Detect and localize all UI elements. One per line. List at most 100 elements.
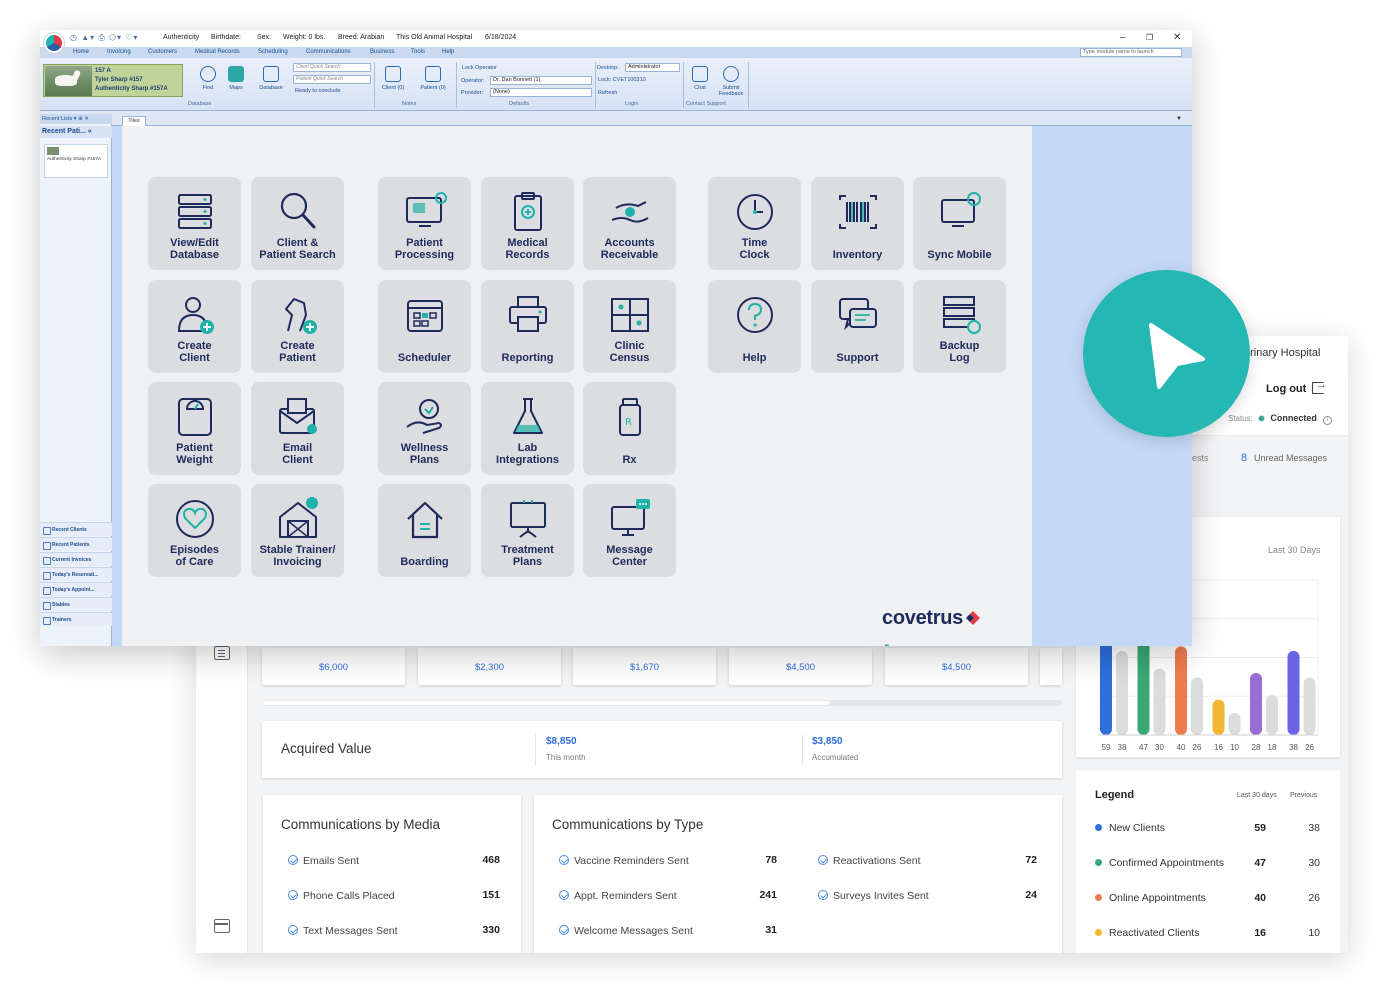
provider-select[interactable]: (None) (490, 88, 592, 97)
tile-wellness-plans[interactable]: Wellness Plans (378, 382, 471, 475)
tile-create-patient[interactable]: Create Patient (251, 280, 344, 373)
tile-backup-log[interactable]: Backup Log (913, 280, 1006, 373)
menu-home[interactable]: Home (73, 49, 89, 55)
operator-select[interactable]: Dr. Dan Bonnett (1) (490, 76, 592, 85)
tile-patient-processing[interactable]: Patient Processing (378, 177, 471, 270)
bar-previous[interactable] (1266, 695, 1278, 735)
tile-sync-mobile[interactable]: Sync Mobile (913, 177, 1006, 270)
submit-feedback-button[interactable]: Submit Feedback (715, 66, 747, 97)
play-video-button[interactable] (1083, 270, 1250, 437)
nav-todays-appointments[interactable]: Today's Appoint... (40, 582, 112, 596)
current-patient-card[interactable]: 157 A Tyler Sharp #157 Authenticity Shar… (43, 64, 183, 97)
lock-operator-button[interactable]: Lock Operator (462, 65, 497, 71)
tab-tiles[interactable]: Tiles (122, 116, 146, 126)
tile-email-client[interactable]: Email Client (251, 382, 344, 475)
patient-quick-search-input[interactable]: Patient Quick Search (293, 75, 371, 84)
chat-button[interactable]: Chat (686, 66, 714, 91)
menu-scheduling[interactable]: Scheduling (258, 49, 288, 55)
tile-rx[interactable]: R Rx (583, 382, 676, 475)
client-quick-search-input[interactable]: Client Quick Search (293, 63, 371, 72)
lock-id[interactable]: Lock: CVET100310 (598, 77, 646, 83)
logout-icon[interactable] (1312, 379, 1327, 394)
tile-support[interactable]: Support (811, 280, 904, 373)
horizontal-scrollbar[interactable] (262, 700, 1062, 706)
bar-last-30-days[interactable] (1287, 650, 1300, 735)
scrollbar-thumb[interactable] (262, 700, 830, 706)
close-button[interactable]: ✕ (1173, 32, 1181, 43)
module-launch-input[interactable]: Type module name to launch (1080, 48, 1182, 57)
tile-create-client[interactable]: Create Client (148, 280, 241, 373)
menu-medical-records[interactable]: Medical Records (195, 49, 240, 55)
restore-button[interactable]: ❐ (1146, 33, 1153, 42)
patient-notes-button[interactable]: Patient (0) (416, 66, 450, 91)
ready-to-conclude[interactable]: Ready to conclude (295, 88, 341, 94)
list-item-label: Reactivations Sent (833, 855, 921, 867)
tile-clinic-census[interactable]: Clinic Census (583, 280, 676, 373)
bar-last-30-days[interactable] (1250, 673, 1262, 735)
window-icon[interactable] (214, 919, 230, 933)
tile-accounts-receivable[interactable]: Accounts Receivable (583, 177, 676, 270)
tab-unread-messages[interactable]: Unread Messages (1254, 453, 1327, 463)
tile-view-edit-database[interactable]: View/Edit Database (148, 177, 241, 270)
tile-lab-integrations[interactable]: Lab Integrations (481, 382, 574, 475)
button-label: Find (202, 85, 214, 91)
database-button[interactable]: Database (257, 66, 285, 91)
tile-episodes-of-care[interactable]: Episodes of Care (148, 484, 241, 577)
nav-stables[interactable]: Stables (40, 597, 112, 611)
bar-last-30-days[interactable] (1175, 646, 1187, 735)
nav-recent-patients[interactable]: Recent Patients (40, 537, 112, 551)
quick-access-toolbar[interactable]: ◷ ▲▾ ⎙ ⬡▾ ♡▾ (70, 33, 138, 43)
bar-previous[interactable] (1116, 650, 1128, 735)
menu-communications[interactable]: Communications (306, 49, 351, 55)
find-button[interactable]: Find (194, 66, 222, 91)
tile-scheduler[interactable]: Scheduler (378, 280, 471, 373)
bar-previous[interactable] (1303, 677, 1316, 735)
menu-tools[interactable]: Tools (411, 49, 425, 55)
info-icon[interactable]: i (1323, 416, 1333, 425)
tile-stable-trainer-invoicing[interactable]: Stable Trainer/ Invoicing (251, 484, 344, 577)
tile-client-patient-search[interactable]: Client & Patient Search (251, 177, 344, 270)
ribbon-group-label: Database (188, 101, 212, 107)
app-logo-icon[interactable] (44, 33, 64, 53)
menu-invoicing[interactable]: Invoicing (107, 49, 131, 55)
tile-inventory[interactable]: Inventory (811, 177, 904, 270)
chevron-down-icon[interactable]: ▼ (1176, 116, 1182, 122)
acquired-value-title: Acquired Value (281, 741, 372, 756)
bar-previous[interactable] (1153, 668, 1166, 735)
bar-last-30-days[interactable] (1137, 630, 1150, 735)
recent-patient-entry[interactable]: Authenticity Sharp #157A (44, 144, 108, 178)
ribbon-separator (374, 62, 375, 108)
tile-treatment-plans[interactable]: Treatment Plans (481, 484, 574, 577)
nav-trainers[interactable]: Trainers (40, 612, 112, 626)
logout-link[interactable]: Log out (1266, 383, 1306, 395)
nav-todays-reservations[interactable]: Today's Reservati... (40, 567, 112, 581)
recent-patients-header[interactable]: Recent Pati... « (40, 126, 112, 138)
tile-patient-weight[interactable]: Patient Weight (148, 382, 241, 475)
minimize-button[interactable]: – (1120, 32, 1126, 43)
menu-customers[interactable]: Customers (148, 49, 177, 55)
maps-button[interactable]: Maps (222, 66, 250, 91)
client-notes-button[interactable]: Client (0) (377, 66, 409, 91)
nav-recent-clients[interactable]: Recent Clients (40, 522, 112, 536)
tile-boarding[interactable]: Boarding (378, 484, 471, 577)
nav-current-invoices[interactable]: Current Invoices (40, 552, 112, 566)
bar-value-label: 10 (1230, 743, 1239, 752)
tile-reporting[interactable]: Reporting (481, 280, 574, 373)
tile-message-center[interactable]: Message Center (583, 484, 676, 577)
bar-previous[interactable] (1191, 677, 1203, 735)
refresh-button[interactable]: Refresh (598, 90, 617, 96)
bar-last-30-days[interactable] (1212, 699, 1225, 735)
tile-help[interactable]: Help (708, 280, 801, 373)
menu-business[interactable]: Business (370, 49, 394, 55)
legend-label: Online Appointments (1109, 892, 1206, 904)
desktop-select[interactable]: Administrator (625, 63, 680, 72)
menu-help[interactable]: Help (442, 49, 454, 55)
tab-requests[interactable]: ests (1192, 453, 1209, 463)
accumulated-label: Accumulated (812, 753, 859, 762)
recent-lists-header[interactable]: Recent Lists ▾ ⊕ ✕ (40, 114, 112, 124)
database-icon (177, 194, 212, 229)
tile-medical-records[interactable]: Medical Records (481, 177, 574, 270)
tile-time-clock[interactable]: Time Clock (708, 177, 801, 270)
document-icon[interactable] (214, 646, 230, 660)
bar-previous[interactable] (1228, 712, 1241, 735)
